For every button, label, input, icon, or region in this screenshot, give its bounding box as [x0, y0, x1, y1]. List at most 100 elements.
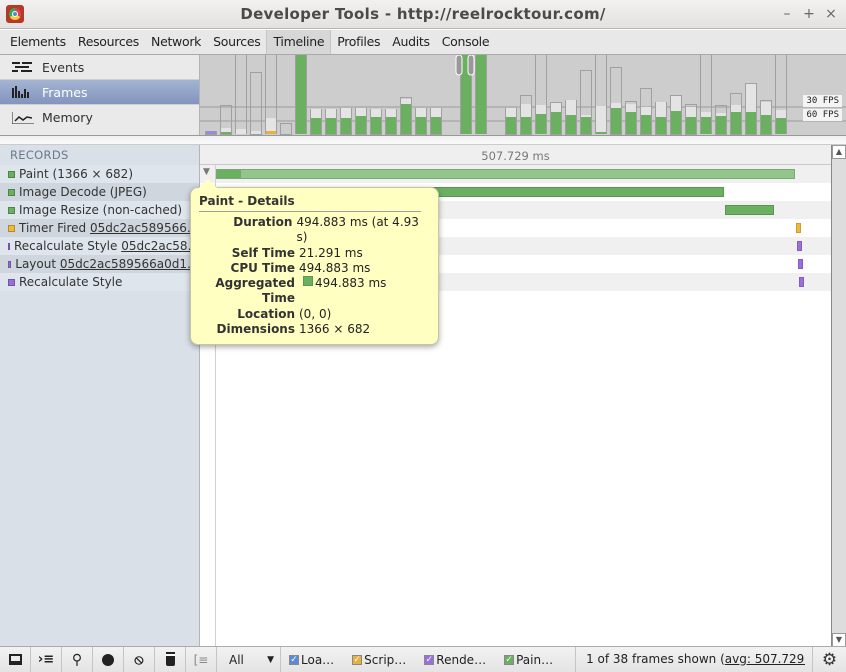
settings-button[interactable]: ⚙: [812, 647, 846, 672]
console-drawer-button[interactable]: ›≡: [31, 647, 62, 672]
record-type-swatch: [8, 278, 15, 286]
tab-resources[interactable]: Resources: [72, 30, 145, 54]
timeline-record-bar[interactable]: [796, 241, 802, 251]
frame-bar[interactable]: [310, 109, 322, 135]
tab-console[interactable]: Console: [436, 30, 496, 54]
timeline-record-bar[interactable]: [216, 169, 796, 179]
frame-bar[interactable]: [505, 108, 517, 135]
record-row[interactable]: Recalculate Style 05dc2ac58…: [0, 237, 199, 255]
popover-key: Location: [237, 306, 295, 321]
record-row[interactable]: Timer Fired 05dc2ac589566…: [0, 219, 199, 237]
timeline-record-bar[interactable]: [798, 259, 804, 269]
filter-checkbox[interactable]: ✓ Scrip…: [352, 653, 406, 667]
filter-checkbox[interactable]: ✓ Pain…: [504, 653, 553, 667]
vertical-scrollbar[interactable]: ▲ ▼: [831, 145, 846, 647]
overview-mode-frames[interactable]: Frames: [0, 80, 199, 105]
frames-overview-chart[interactable]: 30 FPS 60 FPS: [200, 55, 846, 136]
maximize-button[interactable]: +: [802, 5, 816, 23]
filter-checkbox[interactable]: ✓ Loa…: [289, 653, 334, 667]
search-button[interactable]: ⚲: [62, 647, 93, 672]
glue-records-icon: [≡: [193, 652, 209, 667]
frame-bar[interactable]: [325, 109, 337, 135]
frame-bar[interactable]: [655, 102, 667, 135]
minimize-button[interactable]: –: [780, 5, 794, 23]
frame-bar[interactable]: [640, 88, 652, 135]
timeline-row[interactable]: [200, 165, 831, 183]
frame-bar[interactable]: [235, 55, 247, 134]
frame-bar[interactable]: [685, 104, 697, 135]
frame-bar[interactable]: [385, 109, 397, 135]
record-type-select[interactable]: All ▼: [217, 647, 281, 672]
expand-toggle-icon[interactable]: ▼: [203, 167, 210, 177]
record-row[interactable]: Image Decode (JPEG): [0, 183, 199, 201]
frame-bar[interactable]: [715, 105, 727, 135]
popover-value: (0, 0): [299, 306, 332, 321]
frame-bar[interactable]: [430, 108, 442, 135]
frame-bar[interactable]: [520, 95, 532, 135]
filter-checkbox[interactable]: ✓ Rende…: [424, 653, 486, 667]
garbage-collect-button[interactable]: [155, 647, 186, 672]
frame-bar[interactable]: [370, 109, 382, 135]
dock-button[interactable]: [0, 647, 31, 672]
record-source-link[interactable]: 05dc2ac589566a0d1…: [60, 255, 199, 273]
glue-records-button[interactable]: [≡: [186, 647, 217, 672]
frame-bar[interactable]: [625, 101, 637, 135]
tab-network[interactable]: Network: [145, 30, 207, 54]
scroll-up-button[interactable]: ▲: [832, 145, 846, 159]
record-row[interactable]: Layout 05dc2ac589566a0d1…: [0, 255, 199, 273]
overview-mode-events[interactable]: Events: [0, 55, 199, 80]
frame-bar[interactable]: [550, 102, 562, 135]
record-row[interactable]: Recalculate Style: [0, 273, 199, 291]
popover-value: 494.883 ms: [315, 276, 387, 291]
timeline-record-bar[interactable]: [796, 223, 802, 233]
record-source-link[interactable]: 05dc2ac58…: [121, 237, 199, 255]
overview-divider[interactable]: [0, 135, 846, 145]
frame-bar[interactable]: [355, 108, 367, 135]
timeline-record-bar[interactable]: [799, 277, 805, 287]
selection-handle-right[interactable]: [467, 55, 475, 76]
records-header: RECORDS: [10, 148, 69, 162]
timeline-record-bar[interactable]: [725, 205, 775, 215]
tab-audits[interactable]: Audits: [386, 30, 436, 54]
scroll-down-button[interactable]: ▼: [832, 633, 846, 647]
popover-value: 21.291 ms: [299, 245, 363, 260]
popover-key: Aggregated Time: [215, 276, 295, 306]
frame-bar[interactable]: [475, 55, 487, 134]
frame-bar[interactable]: [415, 108, 427, 135]
tab-elements[interactable]: Elements: [4, 30, 72, 54]
frame-bar[interactable]: [760, 100, 772, 135]
record-source-link[interactable]: 05dc2ac589566…: [90, 219, 199, 237]
popover-row: Dimensions 1366 × 682: [199, 322, 430, 337]
record-row[interactable]: Image Resize (non-cached): [0, 201, 199, 219]
frame-bar[interactable]: [205, 131, 217, 135]
clear-button[interactable]: ⦸: [124, 647, 155, 672]
frame-bar[interactable]: [775, 55, 787, 134]
frame-bar[interactable]: [265, 55, 277, 134]
frame-bar[interactable]: [250, 72, 262, 135]
record-row[interactable]: Paint (1366 × 682): [0, 165, 199, 183]
frame-bar[interactable]: [400, 97, 412, 135]
frame-stats-link[interactable]: avg: 507.729 ms, σ: [725, 652, 805, 666]
frame-bar[interactable]: [670, 95, 682, 135]
selection-handle-left[interactable]: [455, 55, 463, 76]
tab-profiles[interactable]: Profiles: [331, 30, 386, 54]
frame-bar[interactable]: [340, 108, 352, 135]
frame-bar[interactable]: [745, 83, 757, 135]
frame-bar[interactable]: [295, 55, 307, 134]
frame-bar[interactable]: [535, 55, 547, 134]
tab-timeline[interactable]: Timeline: [266, 30, 332, 54]
frame-bar[interactable]: [280, 123, 292, 135]
frame-bar[interactable]: [580, 70, 592, 135]
record-type-swatch: [8, 224, 15, 232]
frame-bar[interactable]: [565, 100, 577, 135]
close-button[interactable]: ×: [824, 5, 838, 23]
self-time-bar: [217, 170, 241, 178]
record-button[interactable]: [93, 647, 124, 672]
frame-bar[interactable]: [595, 55, 607, 134]
frame-bar[interactable]: [700, 55, 712, 134]
frame-bar[interactable]: [220, 105, 232, 135]
frame-bar[interactable]: [610, 67, 622, 135]
overview-mode-memory[interactable]: Memory: [0, 105, 199, 130]
frame-bar[interactable]: [730, 93, 742, 135]
tab-sources[interactable]: Sources: [207, 30, 266, 54]
